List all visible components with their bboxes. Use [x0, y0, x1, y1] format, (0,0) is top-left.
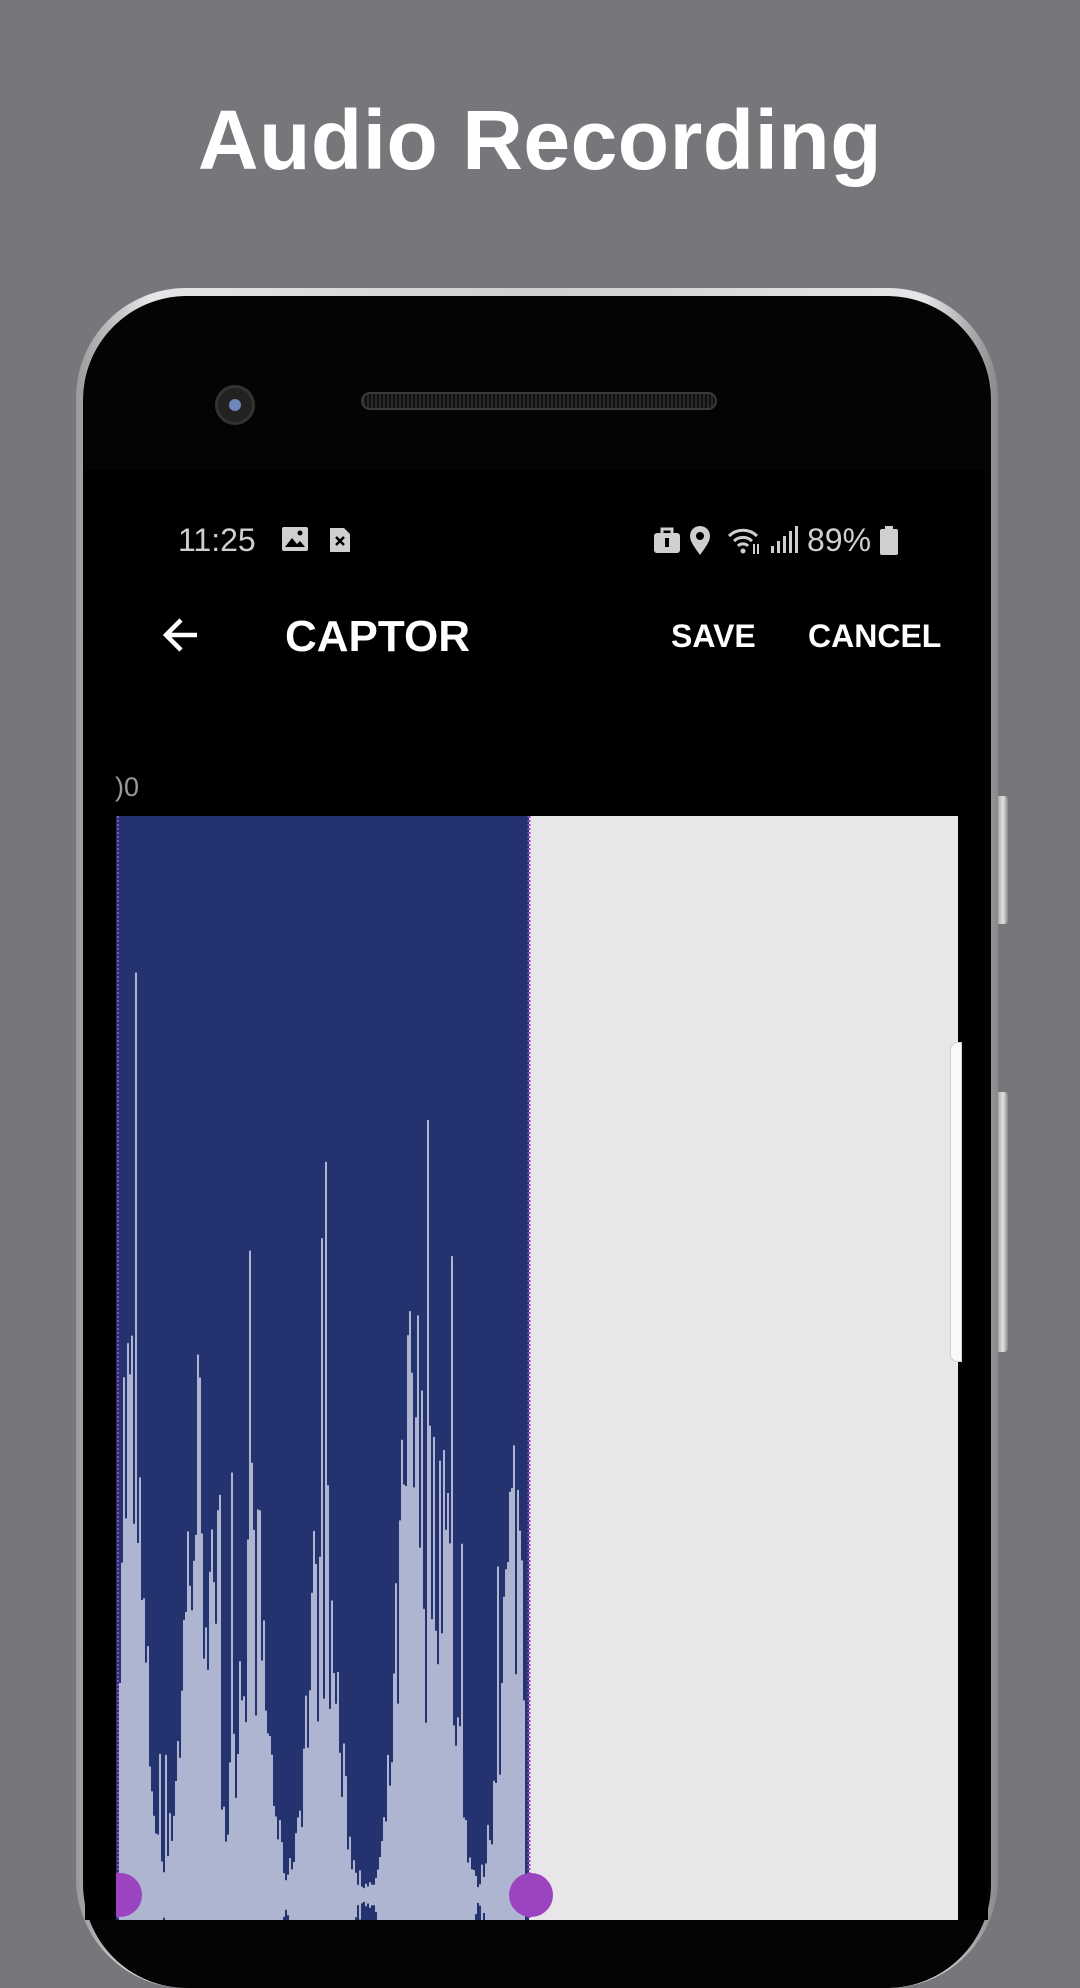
status-bar: 11:25 89%	[85, 522, 988, 562]
speaker-grille	[361, 392, 717, 410]
power-button	[998, 1092, 1008, 1352]
lock-bag-icon	[654, 527, 680, 553]
waveform-view[interactable]	[116, 816, 958, 1920]
scrollbar[interactable]	[950, 1042, 962, 1362]
battery-icon	[880, 526, 898, 555]
app-screen: 11:25 89% CAPTOR SAVE CANCEL )0	[85, 470, 988, 1920]
headline: Audio Recording	[197, 93, 883, 187]
cancel-button[interactable]: CANCEL	[808, 618, 941, 655]
back-arrow-icon[interactable]	[157, 610, 207, 660]
signal-icon	[771, 526, 798, 553]
status-time: 11:25	[178, 522, 256, 558]
image-icon	[282, 527, 308, 551]
timeline-label: )0	[115, 772, 140, 802]
end-handle[interactable]	[509, 1873, 553, 1917]
wifi-icon	[727, 528, 759, 554]
app-title: CAPTOR	[285, 612, 470, 661]
save-button[interactable]: SAVE	[671, 618, 756, 655]
volume-button	[998, 796, 1008, 924]
camera-icon	[215, 385, 255, 425]
sim-error-icon	[330, 528, 350, 552]
battery-percent: 89%	[807, 522, 872, 558]
toolbar: CAPTOR SAVE CANCEL	[85, 600, 988, 680]
location-icon	[690, 526, 710, 555]
waveform[interactable]	[116, 816, 958, 1920]
